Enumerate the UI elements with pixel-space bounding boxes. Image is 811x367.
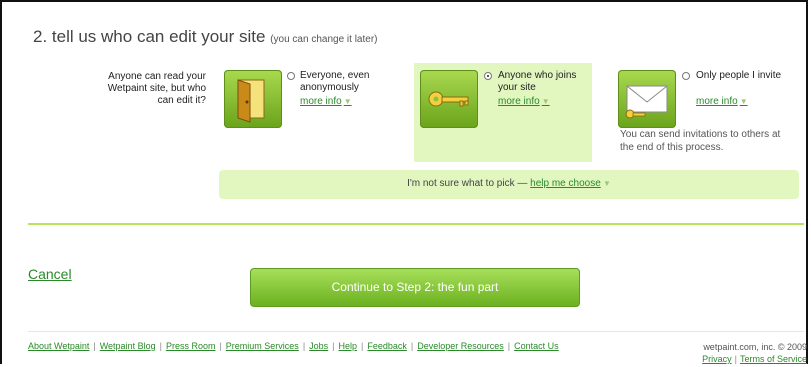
option-members-label: Anyone who joins your site <box>498 70 577 93</box>
footer-link-about[interactable]: About Wetpaint <box>28 341 89 351</box>
step-title-text: 2. tell us who can edit your site <box>33 27 266 46</box>
option-invite-only-label: Only people I invite <box>696 70 782 81</box>
footer-separator: | <box>332 341 335 351</box>
privacy-link[interactable]: Privacy <box>702 354 732 364</box>
help-bar: I'm not sure what to pick — help me choo… <box>219 170 799 199</box>
footer-separator: | <box>93 341 96 351</box>
envelope-icon <box>618 70 676 128</box>
radio-everyone[interactable] <box>287 72 295 80</box>
terms-link[interactable]: Terms of Service <box>740 354 807 364</box>
permission-question: Anyone can read your Wetpaint site, but … <box>107 71 206 106</box>
option-everyone[interactable]: Everyone, even anonymously more info ▼ <box>224 70 404 130</box>
footer-separator: | <box>507 341 511 351</box>
door-icon <box>224 70 282 128</box>
radio-invite-only[interactable] <box>682 72 690 80</box>
more-info-invite-text: more info <box>696 96 738 107</box>
cancel-link[interactable]: Cancel <box>28 266 72 282</box>
footer-separator: | <box>361 341 364 351</box>
divider <box>28 223 804 225</box>
invite-note: You can send invitations to others at th… <box>620 129 781 153</box>
footer-link-contact[interactable]: Contact Us <box>514 341 559 351</box>
footer-link-blog[interactable]: Wetpaint Blog <box>100 341 156 351</box>
footer-divider <box>28 331 804 332</box>
step-subtitle: (you can change it later) <box>270 34 378 45</box>
more-info-everyone-text: more info <box>300 96 342 107</box>
chevron-down-icon: ▼ <box>600 179 611 188</box>
copyright-text: wetpaint.com, inc. © 2009 <box>703 342 807 352</box>
footer-links: About Wetpaint | Wetpaint Blog | Press Room |… <box>28 341 559 351</box>
footer-link-premium[interactable]: Premium Services <box>226 341 299 351</box>
chevron-down-icon: ▼ <box>541 97 550 106</box>
more-info-everyone-link[interactable]: more info ▼ <box>300 96 352 107</box>
step-title: 2. tell us who can edit your site (you c… <box>33 27 377 47</box>
footer-separator: | <box>302 341 306 351</box>
radio-members[interactable] <box>484 72 492 80</box>
footer-separator: | <box>159 341 162 351</box>
help-me-choose-link[interactable]: help me choose <box>530 178 601 189</box>
footer-link-jobs[interactable]: Jobs <box>309 341 328 351</box>
footer-link-developer[interactable]: Developer Resources <box>417 341 504 351</box>
footer-link-press[interactable]: Press Room <box>166 341 216 351</box>
chevron-down-icon: ▼ <box>739 97 748 106</box>
option-everyone-label: Everyone, even anonymously <box>300 70 370 93</box>
help-prompt: I'm not sure what to pick — <box>407 178 528 189</box>
more-info-members-link[interactable]: more info ▼ <box>498 96 550 107</box>
more-info-members-text: more info <box>498 96 540 107</box>
continue-button[interactable]: Continue to Step 2: the fun part <box>250 268 580 307</box>
footer-separator: | <box>734 354 737 364</box>
more-info-invite-link[interactable]: more info ▼ <box>696 96 748 107</box>
footer-link-help[interactable]: Help <box>339 341 358 351</box>
footer-separator: | <box>410 341 414 351</box>
footer-separator: | <box>219 341 222 351</box>
key-icon <box>420 70 478 128</box>
copyright-block: wetpaint.com, inc. © 2009 Privacy | Terms … <box>702 341 807 365</box>
footer-link-feedback[interactable]: Feedback <box>367 341 407 351</box>
help-text: I'm not sure what to pick — help me choo… <box>219 178 799 189</box>
chevron-down-icon: ▼ <box>343 97 352 106</box>
legal-links: Privacy | Terms of Service <box>702 353 807 365</box>
option-invite-only[interactable]: Only people I invite more info ▼ <box>618 70 798 130</box>
option-members[interactable]: Anyone who joins your site more info ▼ <box>420 70 590 130</box>
